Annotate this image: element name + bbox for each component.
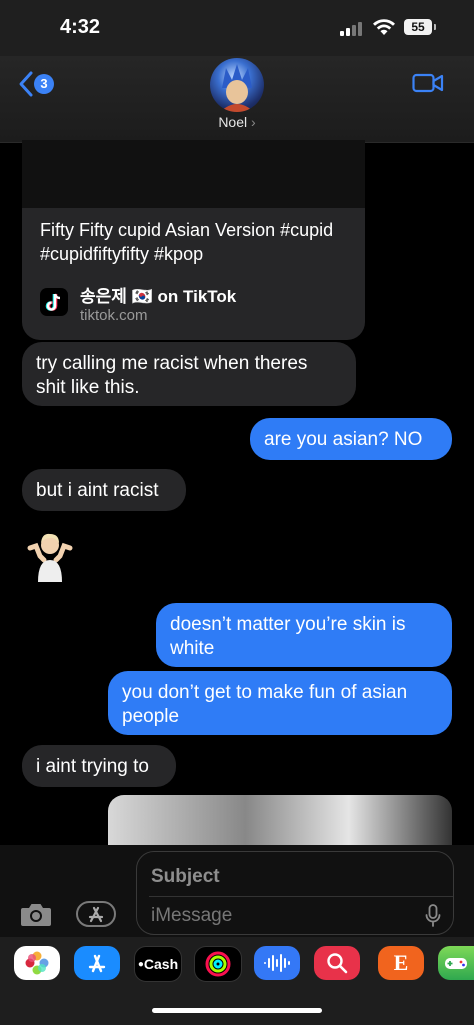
shrug-icon: [27, 533, 73, 582]
activity-app-icon[interactable]: [194, 946, 242, 982]
message-bubble-outgoing[interactable]: doesn’t matter you’re skin is white: [156, 603, 452, 667]
message-bubble-incoming[interactable]: but i aint racist: [22, 469, 186, 511]
link-domain: tiktok.com: [80, 307, 148, 324]
unread-count-badge: 3: [34, 74, 54, 94]
link-preview-card[interactable]: Fifty Fifty cupid Asian Version #cupid #…: [22, 140, 365, 340]
contact-name[interactable]: Noel ›: [0, 114, 474, 130]
link-source: 송은제 🇰🇷 on TikTok: [80, 287, 237, 306]
imessage-input[interactable]: iMessage: [151, 905, 232, 927]
link-preview-image: [22, 140, 365, 208]
chevron-left-icon: [19, 71, 33, 97]
imessage-app-tray: ● Cash E: [0, 937, 474, 1025]
game-app-icon[interactable]: [438, 946, 474, 980]
avatar-image: [220, 64, 254, 112]
etsy-app-icon[interactable]: E: [378, 946, 424, 980]
photos-app-icon[interactable]: [14, 946, 60, 980]
apple-cash-app-icon[interactable]: ● Cash: [134, 946, 182, 982]
audio-message-app-icon[interactable]: [254, 946, 300, 980]
message-bubble-incoming[interactable]: try calling me racist when theres shit l…: [22, 342, 356, 406]
message-bubble-incoming[interactable]: i aint trying to: [22, 745, 176, 787]
camera-icon[interactable]: [20, 901, 52, 927]
wifi-icon: [373, 19, 395, 35]
app-store-icon: [88, 906, 104, 923]
subject-input[interactable]: Subject: [151, 866, 220, 888]
app-store-app-icon[interactable]: [74, 946, 120, 980]
status-time: 4:32: [60, 16, 101, 38]
status-bar: 4:32 55: [0, 0, 474, 56]
field-divider: [149, 896, 453, 897]
tiktok-icon: [40, 288, 68, 316]
compose-bar: Subject iMessage: [0, 845, 474, 937]
microphone-icon[interactable]: [425, 904, 441, 928]
cellular-signal-icon: [340, 22, 366, 36]
conversation-header: 3 Noel ›: [0, 56, 474, 143]
message-compose-field[interactable]: Subject iMessage: [136, 851, 454, 935]
name-chevron-icon: ›: [251, 114, 256, 130]
contact-avatar[interactable]: [210, 58, 264, 112]
app-drawer-button[interactable]: [76, 901, 116, 927]
facetime-video-icon[interactable]: [412, 72, 444, 94]
home-indicator[interactable]: [152, 1008, 322, 1013]
image-search-app-icon[interactable]: [314, 946, 360, 980]
message-bubble-outgoing[interactable]: you don’t get to make fun of asian peopl…: [108, 671, 452, 735]
message-bubble-outgoing[interactable]: are you asian? NO: [250, 418, 452, 460]
battery-indicator: 55: [404, 19, 436, 35]
link-title: Fifty Fifty cupid Asian Version #cupid #…: [40, 220, 334, 264]
person-shrugging-emoji[interactable]: 🤷🏼‍♂️: [22, 526, 78, 582]
